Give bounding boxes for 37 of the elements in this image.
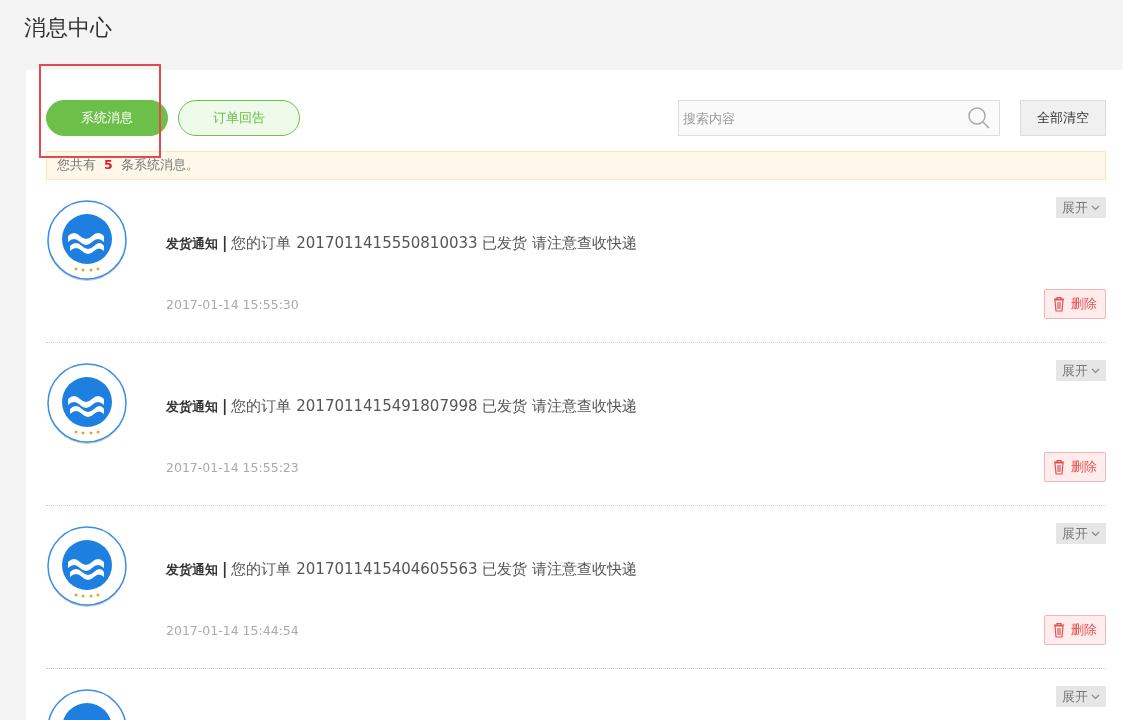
- message-type: 发货通知: [166, 397, 218, 416]
- delete-button[interactable]: 删除: [1044, 615, 1106, 645]
- chevron-down-icon: [1091, 204, 1100, 211]
- separator-text: |: [222, 560, 228, 579]
- message-time: 2017-01-14 15:55:30: [166, 297, 300, 312]
- expand-button[interactable]: 展开: [1056, 197, 1106, 218]
- chevron-down-icon: [1091, 693, 1100, 700]
- chevron-down-icon: [1091, 367, 1100, 374]
- library-logo-icon: [46, 363, 128, 445]
- trash-icon: [1053, 622, 1065, 638]
- tab[interactable]: 系统消息: [46, 100, 168, 136]
- message-type: 发货通知: [166, 560, 218, 579]
- expand-button[interactable]: 展开: [1056, 360, 1106, 381]
- delete-button[interactable]: 删除: [1044, 452, 1106, 482]
- page-title: 消息中心: [24, 14, 112, 42]
- message-time: 2017-01-14 15:44:54: [166, 623, 300, 638]
- tab[interactable]: 订单回告: [178, 100, 300, 136]
- library-logo-icon: [46, 526, 128, 608]
- search-icon[interactable]: [967, 106, 991, 130]
- message-type: 发货通知: [166, 234, 218, 253]
- clear-all-button[interactable]: 全部清空: [1020, 100, 1106, 136]
- search-input[interactable]: 搜索内容: [683, 101, 967, 135]
- separator-text: |: [222, 397, 228, 416]
- trash-icon: [1053, 296, 1065, 312]
- message-text: 您的订单 2017011415550810033 已发货 请注意查收快递: [231, 234, 638, 253]
- message-text: 您的订单 2017011415404605563 已发货 请注意查收快递: [231, 560, 638, 579]
- delete-button[interactable]: 删除: [1044, 289, 1106, 319]
- trash-icon: [1053, 459, 1065, 475]
- message-text: 您的订单 2017011415491807998 已发货 请注意查收快递: [231, 397, 638, 416]
- library-logo-icon: [46, 200, 128, 282]
- chevron-down-icon: [1091, 530, 1100, 537]
- expand-button[interactable]: 展开: [1056, 523, 1106, 544]
- expand-button[interactable]: 展开: [1056, 686, 1106, 707]
- separator-text: |: [222, 234, 228, 253]
- message-count-notice: 您共有 5 条系统消息。: [46, 151, 1106, 180]
- search-field[interactable]: 搜索内容: [678, 100, 1000, 136]
- message-time: 2017-01-14 15:55:23: [166, 460, 300, 475]
